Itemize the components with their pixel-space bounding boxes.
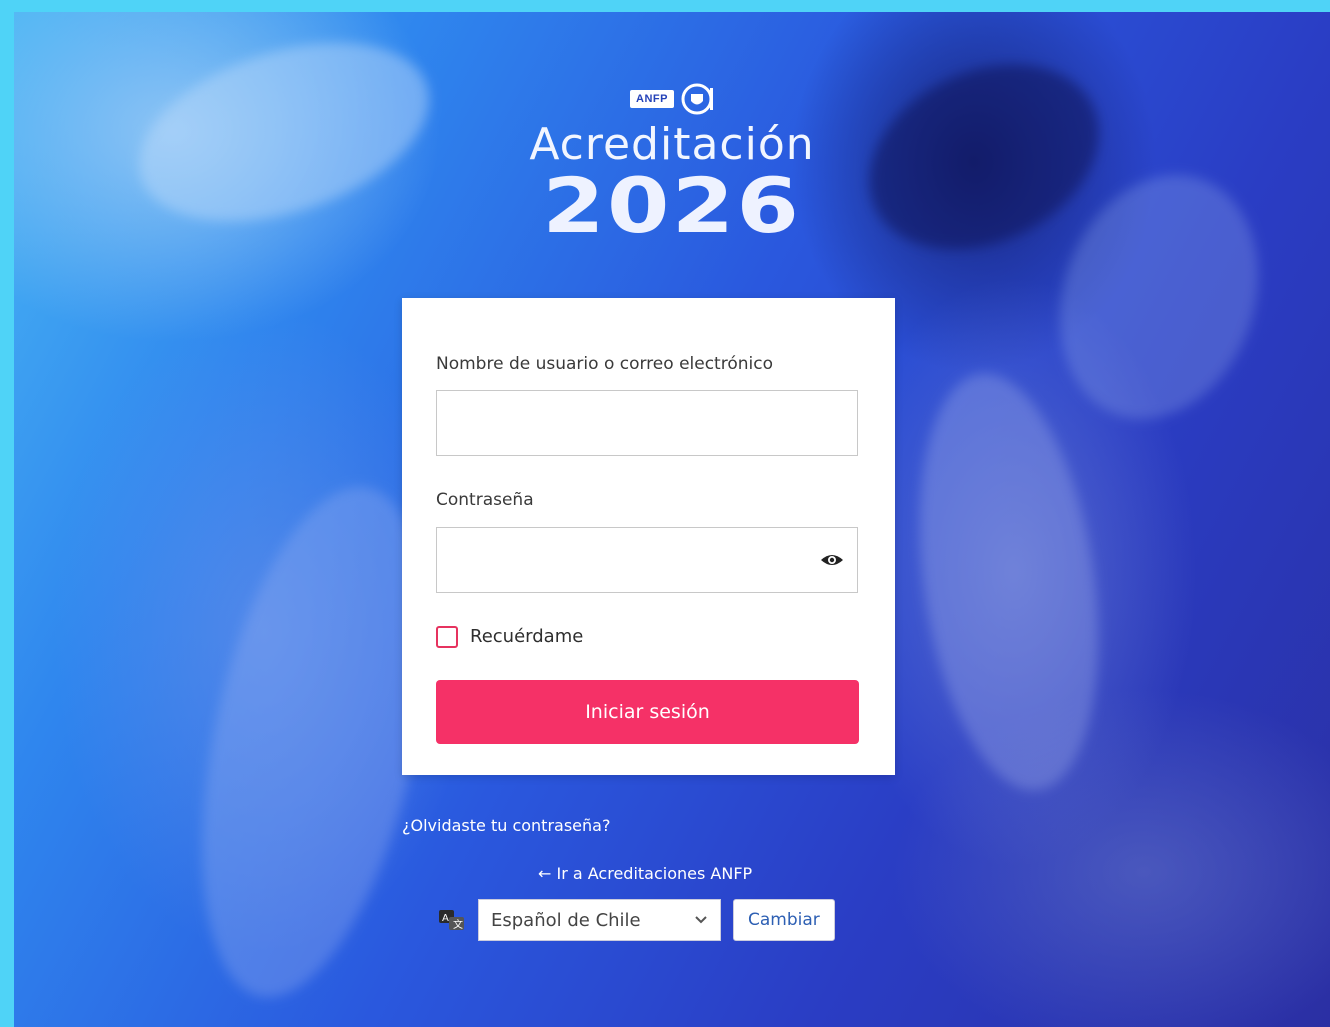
anfp-logo: ANFP	[630, 82, 714, 116]
background-image: ANFP Acreditación 2026 Nombre de usuario…	[14, 12, 1330, 1027]
background-shape	[895, 362, 1123, 802]
shield-icon	[681, 83, 713, 115]
language-switcher: A 文 Español de Chile Cambiar	[438, 898, 835, 942]
anfp-wordmark: ANFP	[630, 90, 674, 108]
password-input[interactable]	[436, 527, 858, 593]
translate-icon: A 文	[439, 910, 464, 931]
remember-label: Recuérdame	[470, 626, 584, 647]
password-label: Contraseña	[436, 490, 534, 510]
password-field	[436, 527, 858, 593]
username-input[interactable]	[436, 390, 858, 456]
username-label: Nombre de usuario o correo electrónico	[436, 354, 773, 374]
brand-year: 2026	[542, 161, 802, 250]
forgot-password-link[interactable]: ¿Olvidaste tu contraseña?	[402, 816, 610, 835]
change-language-button[interactable]: Cambiar	[733, 899, 835, 941]
eye-icon[interactable]	[820, 551, 844, 569]
svg-text:文: 文	[453, 918, 463, 931]
remember-checkbox[interactable]	[436, 626, 458, 648]
language-select[interactable]: Español de Chile	[478, 899, 721, 941]
chevron-down-icon	[695, 916, 707, 924]
login-button[interactable]: Iniciar sesión	[436, 680, 859, 744]
site-logo: ANFP Acreditación 2026	[14, 82, 1330, 250]
svg-text:A: A	[442, 913, 449, 924]
back-to-accreditations-link[interactable]: ← Ir a Acreditaciones ANFP	[538, 864, 752, 883]
language-selected-value: Español de Chile	[491, 909, 641, 931]
login-card: Nombre de usuario o correo electrónico C…	[402, 298, 895, 775]
